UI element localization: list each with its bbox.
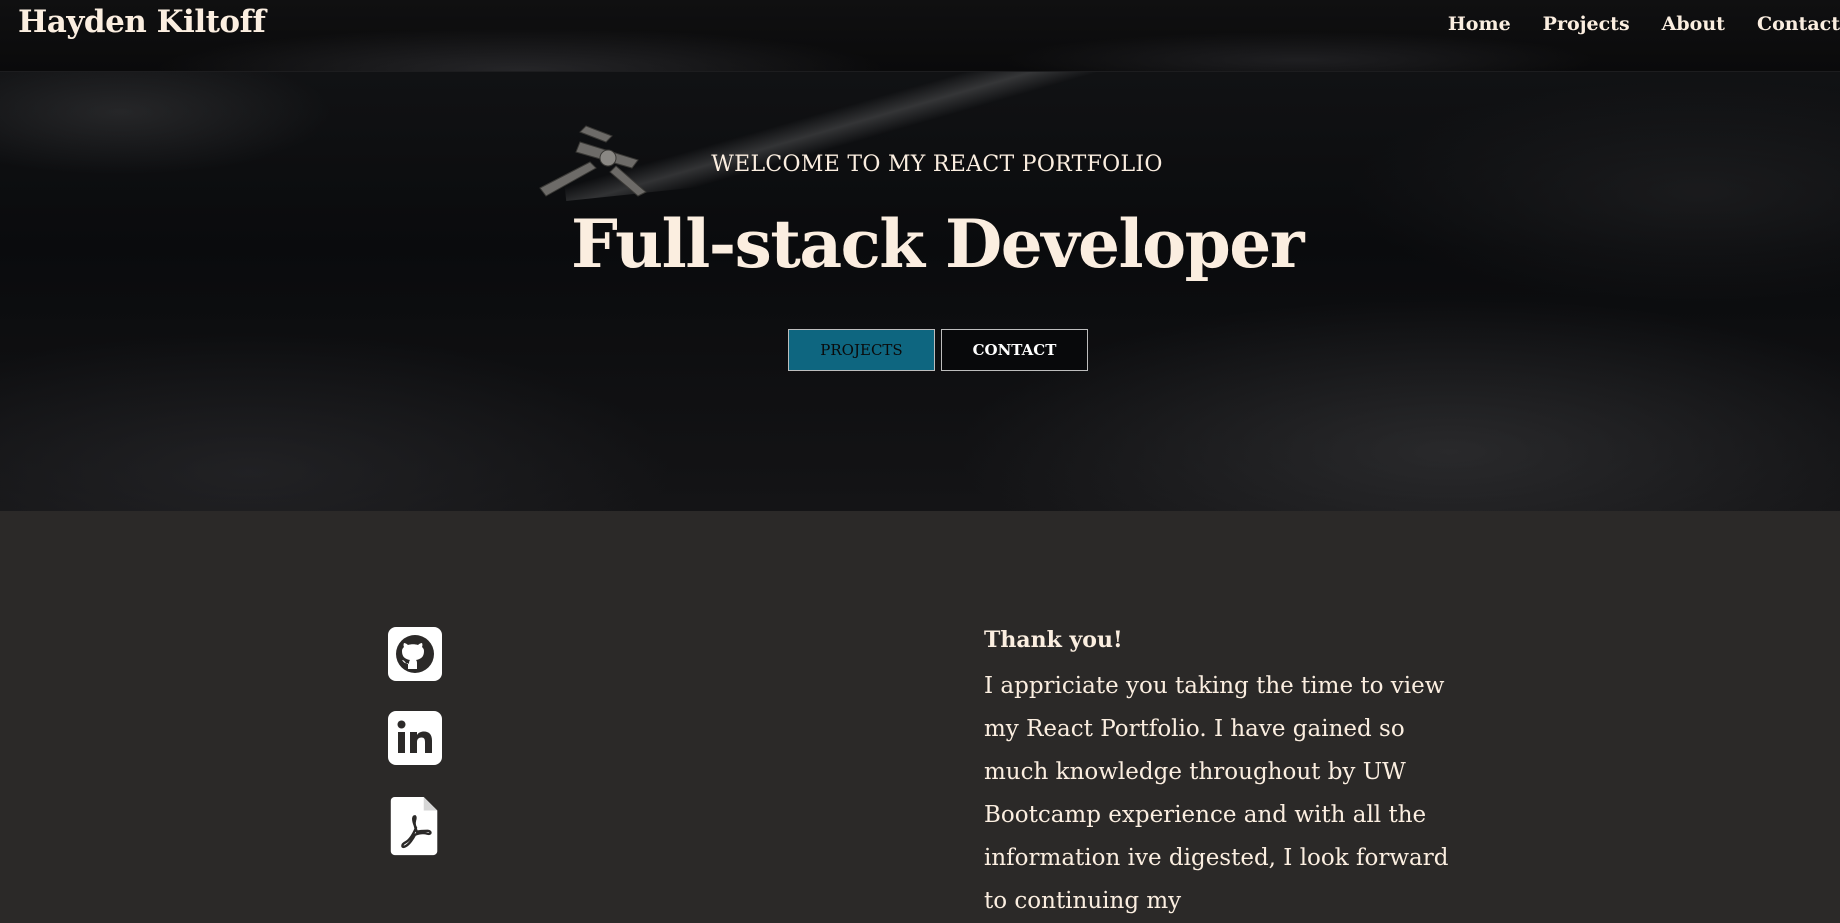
navbar-background (0, 0, 1840, 71)
nav-link-contact[interactable]: Contact (1741, 13, 1840, 35)
hero-title: Full-stack Developer (570, 205, 1305, 283)
navbar: Hayden Kiltoff Home Projects About Conta… (0, 0, 1840, 72)
nav-link-home[interactable]: Home (1432, 13, 1527, 35)
hero-buttons: PROJECTS CONTACT (788, 329, 1088, 371)
hero-eyebrow: WELCOME TO MY REACT PORTFOLIO (711, 152, 1163, 177)
thank-you-block: Thank you! I appriciate you taking the t… (984, 627, 1454, 923)
brand-logo[interactable]: Hayden Kiltoff (18, 4, 266, 40)
pdf-resume-icon[interactable] (388, 795, 442, 857)
linkedin-icon[interactable] (388, 711, 442, 765)
github-icon[interactable] (388, 627, 442, 681)
nav-link-about[interactable]: About (1646, 13, 1741, 35)
nav-links: Home Projects About Contact (1432, 13, 1840, 35)
thank-you-body: I appriciate you taking the time to view… (984, 673, 1449, 914)
nav-link-projects[interactable]: Projects (1527, 13, 1646, 35)
thank-you-title: Thank you! (984, 627, 1123, 653)
projects-button[interactable]: PROJECTS (788, 329, 935, 371)
social-links (388, 627, 442, 887)
about-section: Thank you! I appriciate you taking the t… (0, 511, 1840, 914)
hero-section: WELCOME TO MY REACT PORTFOLIO Full-stack… (0, 72, 1840, 511)
contact-button[interactable]: CONTACT (941, 329, 1088, 371)
